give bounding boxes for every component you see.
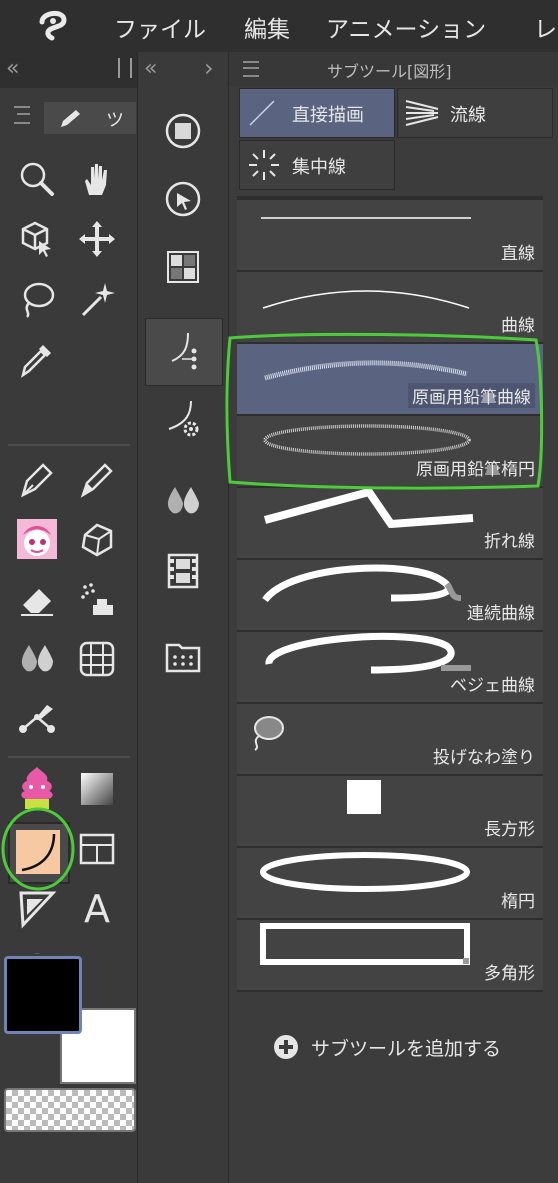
flow-lines-icon: [405, 100, 439, 126]
rectangle-preview: [347, 780, 381, 814]
move-icon[interactable]: [72, 214, 122, 264]
balloon-shape-icon[interactable]: [12, 884, 62, 934]
subtool-label: ベジェ曲線: [450, 676, 535, 696]
focus-lines-icon: [249, 150, 279, 180]
tab-label: 直接描画: [292, 105, 364, 126]
tool-palette-header: «: [0, 52, 137, 88]
tool-tab-label: ツ: [106, 110, 124, 131]
subtool-label: 楕円: [501, 892, 535, 912]
subtool-label: 直線: [501, 244, 535, 264]
highlight-outline: [225, 332, 544, 490]
subtool-item-bezier[interactable]: ベジェ曲線: [237, 632, 543, 704]
select-layer-icon[interactable]: [158, 174, 208, 224]
menu-edit[interactable]: 編集: [244, 10, 290, 44]
subtool-label: 長方形: [484, 820, 535, 840]
tab-label: 流線: [450, 105, 486, 126]
tile-icon[interactable]: [158, 242, 208, 292]
highlight-circle: [1, 807, 75, 891]
tool-column-2: « ›: [137, 52, 228, 1183]
menu-bar: ファイル 編集 アニメーション レ: [0, 0, 558, 52]
blend-icon[interactable]: [158, 476, 208, 526]
pen-tab-icon: [61, 110, 80, 127]
film-icon[interactable]: [158, 546, 208, 596]
hand-icon[interactable]: [72, 154, 122, 204]
subtool-item-lasso-fill[interactable]: 投げなわ塗り: [237, 704, 543, 776]
plus-circle-icon: [274, 1035, 298, 1059]
subtool-item-polyline[interactable]: 折れ線: [237, 488, 543, 560]
tab-focus-lines[interactable]: 集中線: [239, 140, 395, 190]
collapse-left-icon[interactable]: «: [144, 56, 157, 81]
eraser-icon[interactable]: [12, 574, 62, 624]
collapse-left-icon[interactable]: «: [6, 56, 19, 81]
zoom-icon[interactable]: [12, 154, 62, 204]
frame-border-icon[interactable]: [72, 634, 122, 684]
subtool-label: 投げなわ塗り: [433, 748, 535, 768]
tool-tab-bar: ツ: [4, 102, 136, 134]
transparent-color-swatch[interactable]: [4, 1088, 136, 1132]
subtool-item-continuous-curve[interactable]: 連続曲線: [237, 560, 543, 632]
subtool-label: 連続曲線: [467, 604, 535, 624]
expand-right-icon[interactable]: ›: [204, 54, 214, 82]
subtool-item-straight-line[interactable]: 直線: [237, 200, 543, 272]
menu-icon[interactable]: [243, 61, 259, 77]
blend-icon[interactable]: [12, 634, 62, 684]
brush-character-icon[interactable]: [12, 514, 62, 564]
panel-grip-icon[interactable]: [118, 58, 132, 78]
subtool-title: サブツール[図形]: [327, 62, 452, 81]
subtool-item-polygon[interactable]: 多角形: [237, 920, 543, 992]
operation-icon[interactable]: [158, 106, 208, 156]
tool-palette: « ツ A: [0, 52, 137, 1183]
menu-animation[interactable]: アニメーション: [326, 10, 486, 44]
main-color-swatch[interactable]: [4, 956, 82, 1034]
subtool-header: サブツール[図形]: [229, 52, 558, 86]
figure-settings-icon[interactable]: [158, 396, 208, 446]
menu-icon[interactable]: [14, 106, 30, 124]
tab-flow-lines[interactable]: 流線: [397, 88, 553, 138]
add-subtool-label: サブツールを追加する: [311, 1038, 502, 1060]
correct-line-icon[interactable]: [12, 694, 62, 744]
lasso-icon[interactable]: [12, 274, 62, 324]
subtool-item-rectangle[interactable]: 長方形: [237, 776, 543, 848]
menu-layer[interactable]: レ: [534, 10, 557, 44]
menu-file[interactable]: ファイル: [114, 10, 206, 44]
decoration-icon[interactable]: [72, 514, 122, 564]
subtool-panel: サブツール[図形] 直接描画 流線 集中線 直線 曲線 原画用鉛筆曲線 原画用鉛…: [228, 52, 558, 1183]
tool-tab[interactable]: ツ: [44, 102, 136, 134]
pencil-icon[interactable]: [72, 454, 122, 504]
lasso-fill-icon: [254, 716, 284, 751]
text-icon[interactable]: A: [72, 884, 122, 934]
tab-label: 集中線: [292, 157, 346, 178]
direct-draw-icon: [249, 100, 275, 126]
subtool-label: 多角形: [484, 964, 535, 984]
object-select-icon[interactable]: [12, 214, 62, 264]
eyedropper-icon[interactable]: [12, 334, 62, 384]
material-folder-icon[interactable]: [158, 632, 208, 682]
pen-icon[interactable]: [12, 454, 62, 504]
clip-studio-logo-icon[interactable]: [36, 8, 70, 46]
subtool-item-ellipse[interactable]: 楕円: [237, 848, 543, 920]
magic-wand-icon[interactable]: [72, 274, 122, 324]
subtool-label: 折れ線: [484, 532, 535, 552]
airbrush-icon[interactable]: [72, 574, 122, 624]
figure-subtool-tab[interactable]: [145, 318, 223, 386]
tab-direct-draw[interactable]: 直接描画: [239, 88, 395, 138]
